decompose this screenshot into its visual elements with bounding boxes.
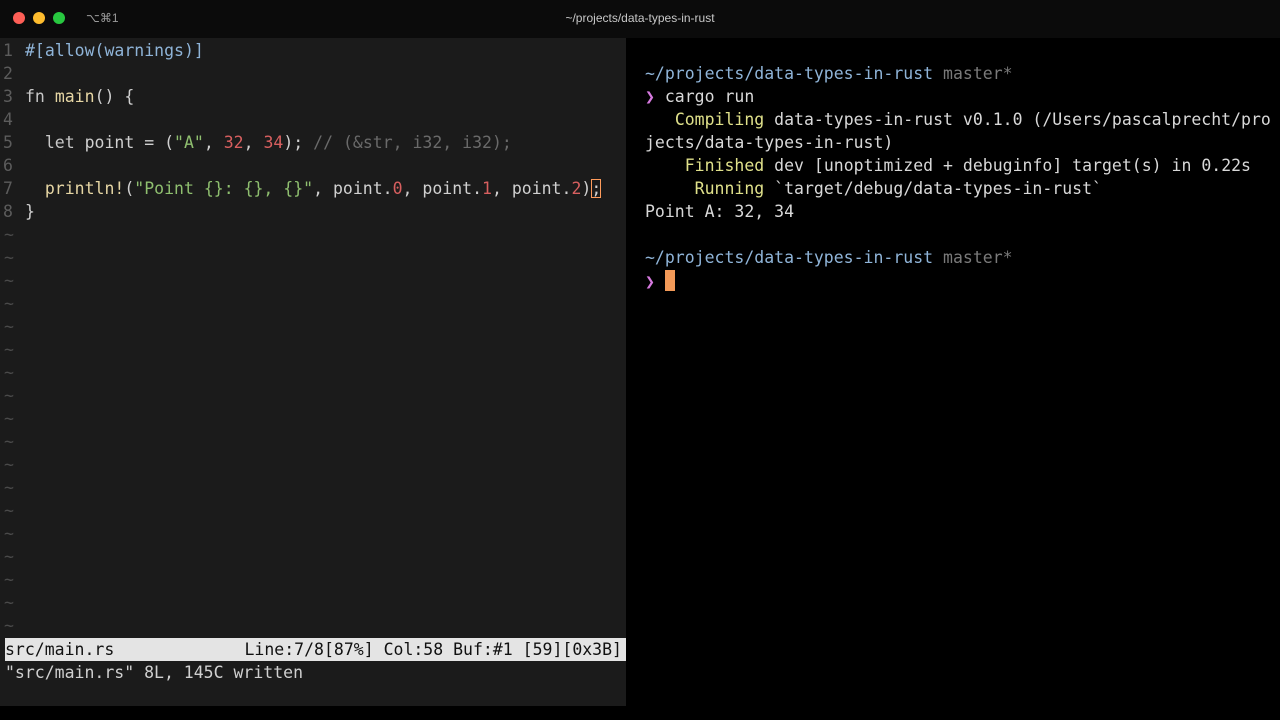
terminal-prompt-header: ~/projects/data-types-in-rust master* bbox=[645, 246, 1013, 269]
cargo-running-line: Running `target/debug/data-types-in-rust… bbox=[645, 177, 1102, 200]
macro-name: println! bbox=[44, 179, 125, 198]
cargo-finished-line: Finished dev [unoptimized + debuginfo] t… bbox=[645, 154, 1251, 177]
cargo-status-text: `target/debug/data-types-in-rust` bbox=[774, 179, 1102, 198]
line-number: 5 bbox=[3, 133, 13, 152]
empty-line-tilde: ~ bbox=[4, 501, 14, 520]
string-literal: "Point {}: {}, {}" bbox=[134, 179, 314, 198]
keyword: fn bbox=[25, 87, 45, 106]
number-literal: 32 bbox=[223, 133, 244, 152]
terminal-input-line[interactable]: ❯ bbox=[645, 270, 675, 293]
cargo-compiling-wrap: jects/data-types-in-rust) bbox=[645, 133, 894, 152]
program-output: Point A: 32, 34 bbox=[645, 202, 795, 221]
code-text: () { bbox=[94, 87, 135, 106]
terminal-command: cargo run bbox=[664, 87, 755, 106]
code-text: , point. bbox=[313, 179, 393, 198]
code-line-3[interactable]: 3 fn main() { bbox=[0, 85, 626, 108]
empty-line-tilde: ~ bbox=[4, 271, 14, 290]
empty-line-tilde: ~ bbox=[4, 432, 14, 451]
window-title: ~/projects/data-types-in-rust bbox=[565, 11, 715, 25]
code-line-6[interactable]: 6 bbox=[0, 154, 626, 177]
code-text: , point. bbox=[402, 179, 483, 198]
code-text: , bbox=[203, 133, 224, 152]
title-bar: ⌥⌘1 ~/projects/data-types-in-rust bbox=[0, 0, 1280, 38]
code-line-1[interactable]: 1 #[allow(warnings)] bbox=[0, 39, 626, 62]
code-text: ( bbox=[124, 179, 135, 198]
git-branch: master* bbox=[943, 248, 1013, 267]
line-number: 6 bbox=[3, 156, 13, 175]
empty-line-tilde: ~ bbox=[4, 386, 14, 405]
cwd-path: ~/projects/data-types-in-rust bbox=[645, 248, 934, 267]
line-number: 7 bbox=[3, 179, 13, 198]
code-text: , bbox=[243, 133, 264, 152]
prompt-chevron-icon: ❯ bbox=[645, 272, 655, 291]
line-number: 4 bbox=[3, 110, 13, 129]
pane-divider[interactable] bbox=[626, 38, 639, 720]
cargo-status-keyword: Compiling bbox=[674, 110, 765, 129]
code-line-4[interactable]: 4 bbox=[0, 108, 626, 131]
line-number: 3 bbox=[3, 87, 13, 106]
line-number: 1 bbox=[3, 41, 13, 60]
code-text: #[allow(warnings)] bbox=[25, 41, 204, 60]
empty-line-tilde: ~ bbox=[4, 455, 14, 474]
terminal-cursor bbox=[664, 270, 675, 291]
number-literal: 1 bbox=[482, 179, 492, 198]
empty-line-tilde: ~ bbox=[4, 317, 14, 336]
vim-editor-pane[interactable]: 1 #[allow(warnings)] 2 3 fn main() { 4 5 l… bbox=[0, 38, 626, 706]
empty-line-tilde: ~ bbox=[4, 294, 14, 313]
keyword: let bbox=[44, 133, 75, 152]
cargo-status-keyword: Running bbox=[694, 179, 765, 198]
line-number: 8 bbox=[3, 202, 13, 221]
empty-line-tilde: ~ bbox=[4, 363, 14, 382]
cwd-path: ~/projects/data-types-in-rust bbox=[645, 64, 934, 83]
function-name: main bbox=[54, 87, 95, 106]
code-line-2[interactable]: 2 bbox=[0, 62, 626, 85]
terminal-prompt-header: ~/projects/data-types-in-rust master* bbox=[645, 62, 1013, 85]
code-text: ) bbox=[581, 179, 592, 198]
prompt-chevron-icon: ❯ bbox=[645, 87, 655, 106]
code-text: , point. bbox=[491, 179, 572, 198]
empty-line-tilde: ~ bbox=[4, 524, 14, 543]
cargo-status-text: data-types-in-rust v0.1.0 (/Users/pascal… bbox=[774, 110, 1271, 129]
string-literal: "A" bbox=[174, 133, 204, 152]
empty-line-tilde: ~ bbox=[4, 478, 14, 497]
status-filename: src/main.rs bbox=[5, 640, 115, 659]
empty-line-tilde: ~ bbox=[4, 593, 14, 612]
git-branch: master* bbox=[943, 64, 1013, 83]
empty-line-tilde: ~ bbox=[4, 248, 14, 267]
cargo-compiling-line: Compiling data-types-in-rust v0.1.0 (/Us… bbox=[645, 108, 1271, 131]
empty-line-tilde: ~ bbox=[4, 547, 14, 566]
code-line-7[interactable]: 7 println!("Point {}: {}, {}", point.0, … bbox=[0, 177, 626, 200]
code-text: } bbox=[25, 202, 35, 221]
empty-line-tilde: ~ bbox=[4, 225, 14, 244]
terminal-pane[interactable]: ~/projects/data-types-in-rust master* ❯ … bbox=[639, 38, 1280, 720]
code-line-8[interactable]: 8} bbox=[0, 200, 626, 223]
empty-line-tilde: ~ bbox=[4, 409, 14, 428]
code-text: ); bbox=[283, 133, 314, 152]
code-comment: // (&str, i32, i32); bbox=[313, 133, 512, 152]
cargo-status-keyword: Finished bbox=[684, 156, 765, 175]
vim-status-line: src/main.rs Line:7/8[87%] Col:58 Buf:#1 … bbox=[5, 638, 626, 661]
empty-line-tilde: ~ bbox=[4, 340, 14, 359]
line-number: 2 bbox=[3, 64, 13, 83]
empty-line-tilde: ~ bbox=[4, 570, 14, 589]
empty-line-tilde: ~ bbox=[4, 616, 14, 635]
cargo-status-text: dev [unoptimized + debuginfo] target(s) … bbox=[774, 156, 1251, 175]
number-literal: 34 bbox=[263, 133, 284, 152]
vim-command-line[interactable]: "src/main.rs" 8L, 145C written bbox=[5, 661, 303, 684]
code-line-5[interactable]: 5 let point = ("A", 32, 34); // (&str, i… bbox=[0, 131, 626, 154]
terminal-command-line: ❯ cargo run bbox=[645, 85, 754, 108]
editor-cursor: ; bbox=[591, 179, 602, 198]
code-text: point = ( bbox=[74, 133, 175, 152]
number-literal: 0 bbox=[392, 179, 403, 198]
number-literal: 2 bbox=[571, 179, 582, 198]
status-cursor-position: Line:7/8[87%] Col:58 Buf:#1 [59][0x3B] bbox=[244, 640, 623, 659]
